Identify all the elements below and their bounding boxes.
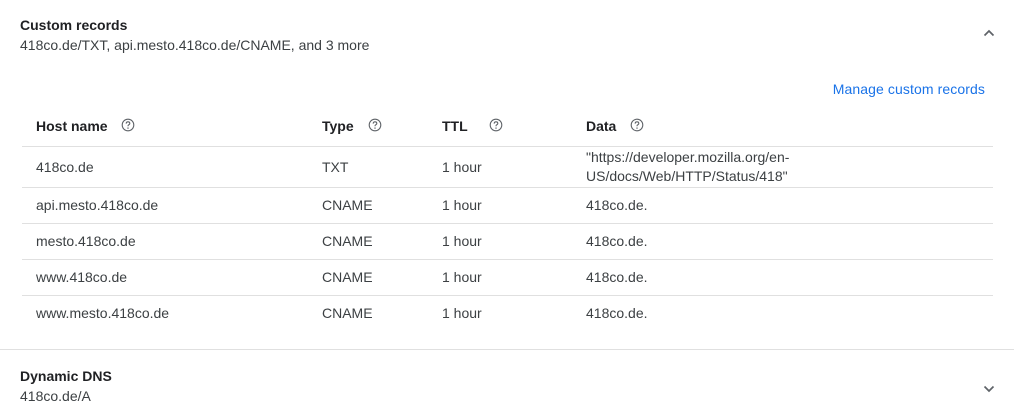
cell-host: 418co.de xyxy=(22,146,322,188)
cell-type: CNAME xyxy=(322,305,373,321)
table-row: www.mesto.418co.de CNAME 1 hour 418co.de… xyxy=(22,296,993,332)
cell-ttl: 1 hour xyxy=(442,223,586,260)
table-row: mesto.418co.de CNAME 1 hour 418co.de. xyxy=(22,223,993,260)
help-circle-icon[interactable] xyxy=(121,118,135,135)
custom-records-title: Custom records xyxy=(20,17,128,33)
column-header-host: Host name xyxy=(22,108,322,147)
table-row: api.mesto.418co.de CNAME 1 hour 418co.de… xyxy=(22,187,993,224)
manage-custom-records-link[interactable]: Manage custom records xyxy=(833,81,985,97)
dynamic-dns-title: Dynamic DNS xyxy=(20,368,112,384)
custom-records-summary: 418co.de/TXT, api.mesto.418co.de/CNAME, … xyxy=(20,37,370,53)
cell-ttl: 1 hour xyxy=(442,146,586,188)
cell-data: 418co.de. xyxy=(586,223,993,260)
table-row: 418co.de TXT 1 hour "https://developer.m… xyxy=(22,146,993,188)
cell-host: www.mesto.418co.de xyxy=(36,305,170,321)
cell-type: CNAME xyxy=(322,259,442,296)
chevron-down-icon[interactable] xyxy=(978,378,1000,400)
table-row: www.418co.de CNAME 1 hour 418co.de. xyxy=(22,259,993,296)
column-header-label: TTL xyxy=(442,118,468,135)
cell-host: api.mesto.418co.de xyxy=(22,187,322,224)
cell-data-text: "https://developer.mozilla.org/en-US/doc… xyxy=(586,149,790,184)
cell-host: mesto.418co.de xyxy=(22,223,322,260)
dynamic-dns-summary: 418co.de/A xyxy=(20,388,91,404)
column-header-data: Data xyxy=(586,108,993,147)
cell-type: CNAME xyxy=(322,187,442,224)
column-header-label: Host name xyxy=(36,118,108,135)
help-circle-icon[interactable] xyxy=(368,118,382,135)
custom-records-table: Host name Type TTL Data 418co.de TXT 1 h… xyxy=(22,108,993,331)
column-header-type: Type xyxy=(322,108,442,147)
cell-data: 418co.de. xyxy=(586,305,648,321)
help-circle-icon[interactable] xyxy=(630,118,644,135)
help-circle-icon[interactable] xyxy=(489,118,503,135)
dynamic-dns-header[interactable]: Dynamic DNS 418co.de/A xyxy=(0,350,1014,417)
cell-ttl: 1 hour xyxy=(442,259,586,296)
cell-host: www.418co.de xyxy=(22,259,322,296)
cell-ttl: 1 hour xyxy=(442,187,586,224)
chevron-up-icon[interactable] xyxy=(978,22,1000,44)
column-header-ttl: TTL xyxy=(442,108,586,147)
cell-data: 418co.de. xyxy=(586,259,993,296)
cell-ttl: 1 hour xyxy=(442,305,482,321)
cell-type: CNAME xyxy=(322,223,442,260)
custom-records-header[interactable]: Custom records 418co.de/TXT, api.mesto.4… xyxy=(0,0,1014,60)
cell-data: "https://developer.mozilla.org/en-US/doc… xyxy=(586,146,993,188)
column-header-label: Type xyxy=(322,118,354,135)
table-header-row: Host name Type TTL Data xyxy=(22,108,993,147)
column-header-label: Data xyxy=(586,118,617,135)
cell-type: TXT xyxy=(322,146,442,188)
cell-data: 418co.de. xyxy=(586,187,993,224)
